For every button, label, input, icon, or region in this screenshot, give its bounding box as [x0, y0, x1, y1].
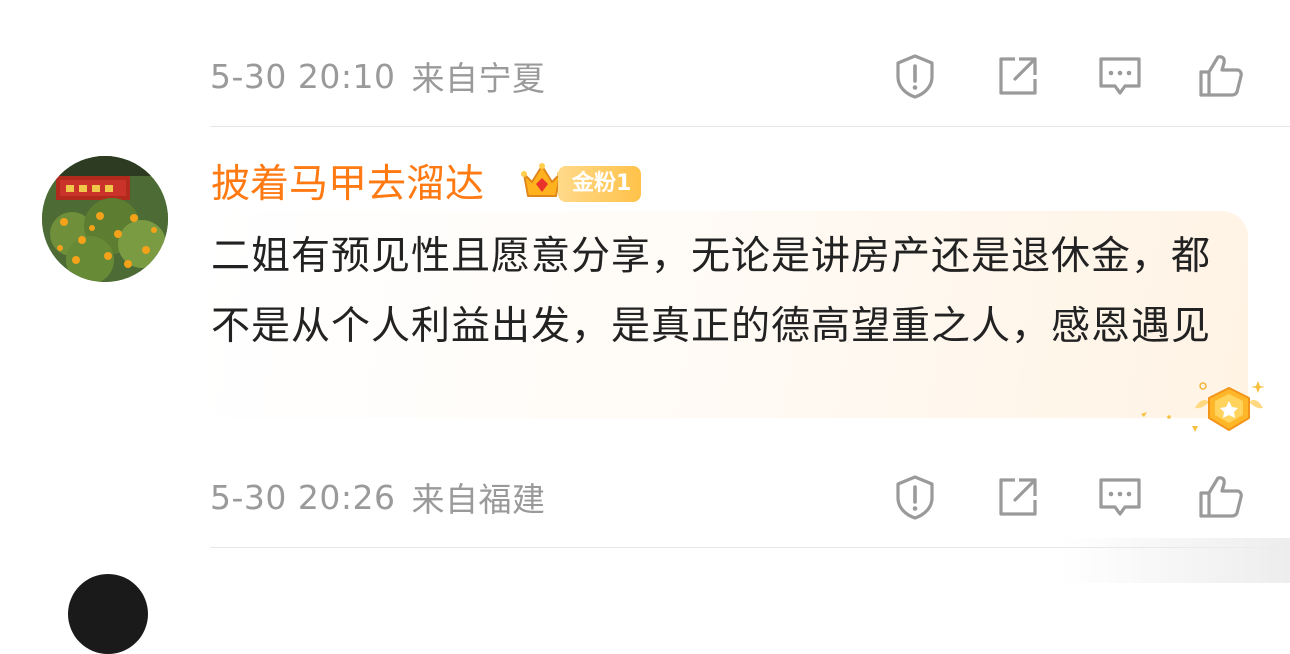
like-icon[interactable]	[1196, 472, 1246, 522]
comment-location: 来自福建	[411, 480, 546, 519]
avatar[interactable]	[68, 574, 148, 654]
fan-badge-label: 金粉1	[558, 166, 642, 202]
avatar[interactable]	[42, 156, 168, 282]
comment-meta-row: 5-30 20:26 来自福建	[210, 467, 546, 527]
fan-badge: 金粉1	[520, 162, 642, 206]
medal-icon	[1135, 378, 1270, 438]
comment-icon[interactable]	[1095, 472, 1145, 522]
share-icon[interactable]	[993, 51, 1043, 101]
report-icon[interactable]	[890, 472, 940, 522]
comment-date: 5-30 20:26	[210, 477, 396, 517]
comment-date: 5-30 20:10	[210, 56, 396, 96]
comment-divider	[210, 126, 1290, 127]
share-icon[interactable]	[993, 472, 1043, 522]
username[interactable]: 披着马甲去溜达	[211, 158, 484, 212]
comment-icon[interactable]	[1095, 51, 1145, 101]
comment-meta-row: 5-30 20:10 来自宁夏	[210, 46, 546, 106]
comment-location: 来自宁夏	[411, 59, 546, 98]
previous-medal-badge	[370, 0, 440, 14]
watermark-fade	[1060, 538, 1290, 583]
report-icon[interactable]	[890, 51, 940, 101]
like-icon[interactable]	[1196, 51, 1246, 101]
comment-text: 二姐有预见性且愿意分享，无论是讲房产还是退休金，都不是从个人利益出发，是真正的德…	[211, 234, 1212, 349]
